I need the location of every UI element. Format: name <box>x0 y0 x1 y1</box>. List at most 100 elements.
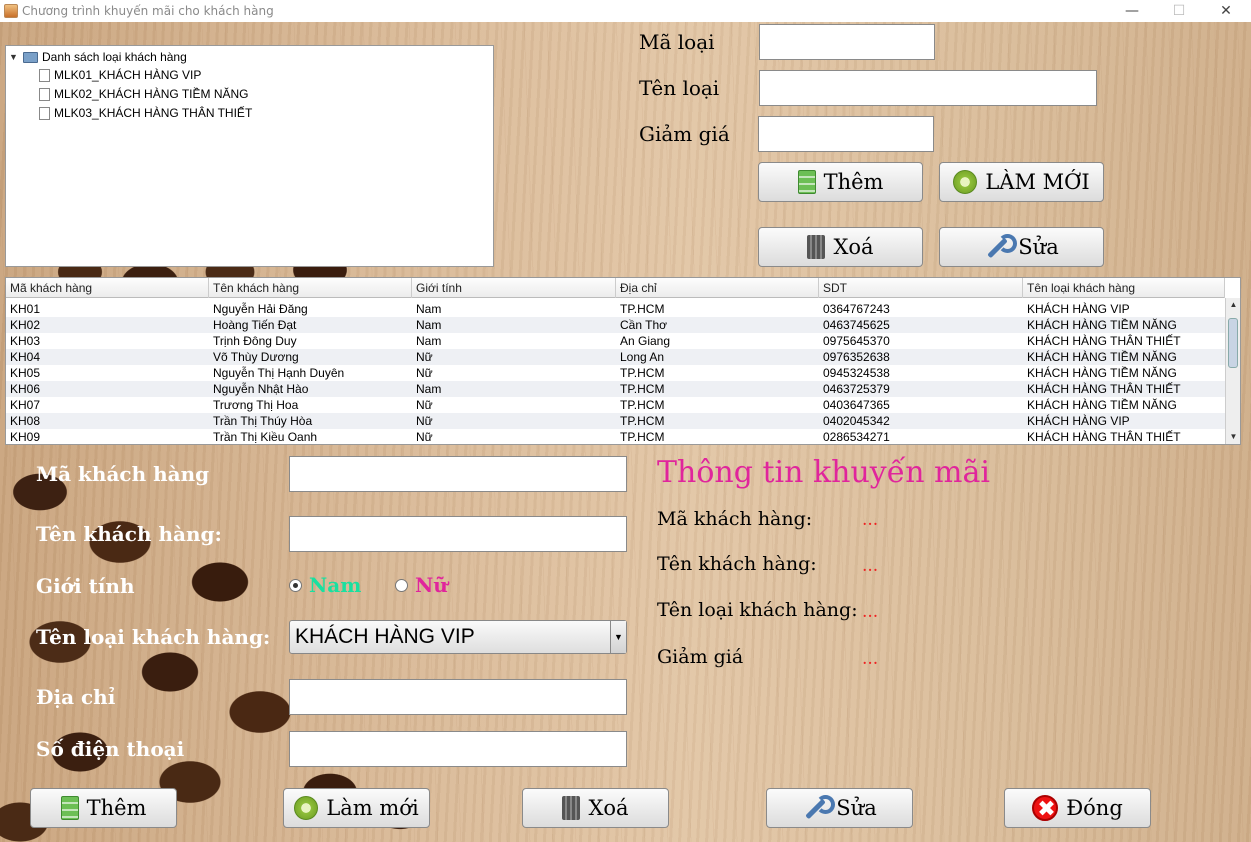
tree-item[interactable]: MLK03_KHÁCH HÀNG THÂN THIẾT <box>39 104 252 122</box>
table-row[interactable]: KH08 Trần Thị Thúy Hòa Nữ TP.HCM 0402045342 K… <box>6 413 1225 429</box>
table-row[interactable]: KH06 Nguyễn Nhật Hào Nam TP.HCM 0463725379 KH… <box>6 381 1225 397</box>
nam-label[interactable]: Nam <box>309 573 361 597</box>
table-cell: Nữ <box>416 350 433 364</box>
table-cell: 0286534271 <box>823 430 890 444</box>
table-cell: An Giang <box>620 334 671 348</box>
close-form-button[interactable]: Đóng <box>1004 788 1151 828</box>
ma-kh-input[interactable] <box>289 456 627 492</box>
nu-label[interactable]: Nữ <box>415 573 448 597</box>
ten-loai-input[interactable] <box>759 70 1097 106</box>
table-cell: 0364767243 <box>823 302 890 316</box>
table-row[interactable]: KH01 Nguyễn Hải Đăng Nam TP.HCM 0364767243 KH… <box>6 301 1225 317</box>
document-icon <box>39 106 50 120</box>
table-cell: Võ Thùy Dương <box>213 350 299 364</box>
table-cell: KHÁCH HÀNG TIỀM NĂNG <box>1027 350 1177 364</box>
customer-type-select[interactable]: KHÁCH HÀNG VIP ▼ <box>289 620 627 654</box>
table-scrollbar[interactable]: ▲ ▼ <box>1225 298 1240 444</box>
ten-kh-input[interactable] <box>289 516 627 552</box>
column-header[interactable]: Địa chỉ <box>616 278 819 298</box>
refresh-icon <box>294 796 319 820</box>
table-row[interactable]: KH02 Hoàng Tiến Đạt Nam Cần Thơ 0463745625 KH… <box>6 317 1225 333</box>
table-cell: KHÁCH HÀNG VIP <box>1027 414 1130 428</box>
table-body: KH01 Nguyễn Hải Đăng Nam TP.HCM 0364767243 KH… <box>6 301 1225 444</box>
edit-customer-button[interactable]: Sửa <box>766 788 913 828</box>
minimize-button[interactable]: — <box>1109 0 1155 22</box>
giam-gia-input[interactable] <box>758 116 934 152</box>
add-customer-label: Thêm <box>86 796 147 820</box>
tree-item[interactable]: MLK01_KHÁCH HÀNG VIP <box>39 66 201 84</box>
table-cell: TP.HCM <box>620 382 665 396</box>
table-cell: Nguyễn Thị Hạnh Duyên <box>213 366 345 380</box>
table-cell: KHÁCH HÀNG THÂN THIẾT <box>1027 430 1181 444</box>
radio-nu[interactable] <box>395 579 408 592</box>
add-customer-button[interactable]: Thêm <box>30 788 177 828</box>
table-row[interactable]: KH04 Võ Thùy Dương Nữ Long An 0976352638 KHÁC… <box>6 349 1225 365</box>
sdt-input[interactable] <box>289 731 627 767</box>
tree-root[interactable]: ▼ Danh sách loại khách hàng <box>9 48 187 66</box>
promo-title: Thông tin khuyến mãi <box>657 455 990 490</box>
table-row[interactable]: KH09 Trần Thị Kiều Oanh Nữ TP.HCM 0286534271… <box>6 429 1225 444</box>
sdt-label: Số điện thoại <box>36 737 185 761</box>
refresh-category-button[interactable]: LÀM MỚI <box>939 162 1104 202</box>
promo-giam-gia-value: ... <box>862 649 879 669</box>
scroll-thumb[interactable] <box>1228 318 1238 368</box>
column-header[interactable]: Tên loại khách hàng <box>1023 278 1225 298</box>
tree-item-label: MLK02_KHÁCH HÀNG TIỀM NĂNG <box>54 87 249 101</box>
delete-category-button[interactable]: Xoá <box>758 227 923 267</box>
refresh-icon <box>953 170 978 194</box>
customer-table[interactable]: Mã khách hàng Tên khách hàng Giới tính Đ… <box>5 277 1241 445</box>
table-cell: KH09 <box>10 430 41 444</box>
table-cell: KHÁCH HÀNG THÂN THIẾT <box>1027 334 1181 348</box>
column-header[interactable]: Giới tính <box>412 278 616 298</box>
document-icon <box>39 87 50 101</box>
gioi-tinh-label: Giới tính <box>36 574 135 598</box>
edit-category-button[interactable]: Sửa <box>939 227 1104 267</box>
table-row[interactable]: KH07 Trương Thị Hoa Nữ TP.HCM 0403647365 KHÁC… <box>6 397 1225 413</box>
table-cell: Trần Thị Thúy Hòa <box>213 414 313 428</box>
table-cell: KH04 <box>10 350 41 364</box>
delete-customer-label: Xoá <box>588 796 629 820</box>
close-window-button[interactable]: ✕ <box>1203 0 1249 22</box>
table-cell: 0463725379 <box>823 382 890 396</box>
refresh-category-label: LÀM MỚI <box>985 170 1090 194</box>
main-panel: ▼ Danh sách loại khách hàng MLK01_KHÁCH … <box>0 22 1251 842</box>
radio-nam[interactable] <box>289 579 302 592</box>
table-cell: KH02 <box>10 318 41 332</box>
customer-type-selected-value: KHÁCH HÀNG VIP <box>295 625 475 648</box>
tree-toggle-icon[interactable]: ▼ <box>9 52 19 62</box>
title-bar: Chương trình khuyến mãi cho khách hàng —… <box>0 0 1251 22</box>
chevron-down-icon[interactable]: ▼ <box>610 621 626 653</box>
wrench-icon <box>802 795 836 821</box>
column-header[interactable]: SDT <box>819 278 1023 298</box>
table-cell: TP.HCM <box>620 430 665 444</box>
ma-loai-input[interactable] <box>759 24 935 60</box>
ten-loai-label: Tên loại <box>639 76 720 100</box>
promo-ma-kh-value: ... <box>862 510 879 530</box>
table-cell: Trần Thị Kiều Oanh <box>213 430 318 444</box>
scroll-down-arrow[interactable]: ▼ <box>1226 430 1240 444</box>
column-header[interactable]: Tên khách hàng <box>209 278 412 298</box>
add-category-button[interactable]: Thêm <box>758 162 923 202</box>
customer-type-tree[interactable]: ▼ Danh sách loại khách hàng MLK01_KHÁCH … <box>5 45 494 267</box>
wrench-icon <box>984 234 1018 260</box>
table-cell: TP.HCM <box>620 302 665 316</box>
table-cell: KH01 <box>10 302 41 316</box>
maximize-button[interactable]: ☐ <box>1156 0 1202 22</box>
table-cell: 0402045342 <box>823 414 890 428</box>
refresh-customer-button[interactable]: Làm mới <box>283 788 430 828</box>
edit-category-label: Sửa <box>1018 235 1059 259</box>
tree-item[interactable]: MLK02_KHÁCH HÀNG TIỀM NĂNG <box>39 85 249 103</box>
dia-chi-input[interactable] <box>289 679 627 715</box>
table-cell: Nữ <box>416 430 433 444</box>
column-header[interactable]: Mã khách hàng <box>6 278 209 298</box>
table-row[interactable]: KH03 Trịnh Đông Duy Nam An Giang 0975645370 K… <box>6 333 1225 349</box>
delete-customer-button[interactable]: Xoá <box>522 788 669 828</box>
table-cell: Trương Thị Hoa <box>213 398 299 412</box>
table-cell: Long An <box>620 350 665 364</box>
promo-ma-kh-label: Mã khách hàng: <box>657 508 813 530</box>
tree-root-label: Danh sách loại khách hàng <box>42 50 187 64</box>
loai-kh-label: Tên loại khách hàng: <box>36 625 271 649</box>
scroll-up-arrow[interactable]: ▲ <box>1226 298 1240 312</box>
promo-ten-kh-value: ... <box>862 556 879 576</box>
table-row[interactable]: KH05 Nguyễn Thị Hạnh Duyên Nữ TP.HCM 0945324… <box>6 365 1225 381</box>
